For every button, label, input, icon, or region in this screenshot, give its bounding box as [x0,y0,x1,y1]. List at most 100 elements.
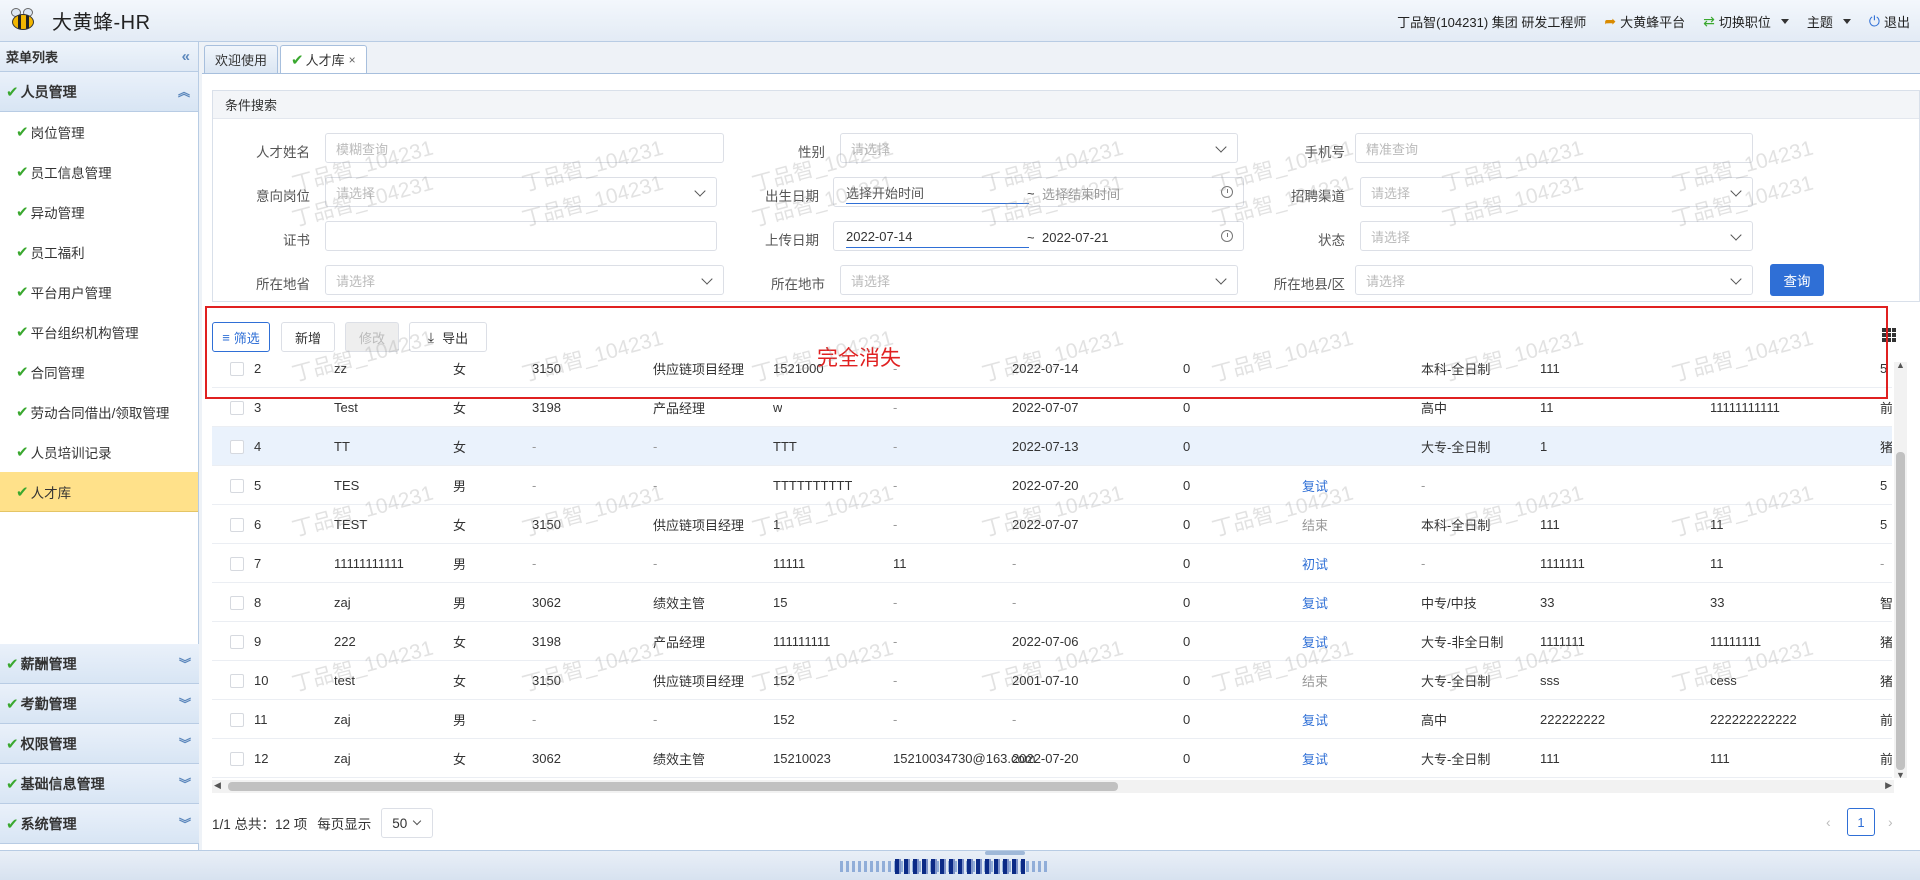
close-icon[interactable]: × [349,53,356,67]
menu-group-attendance[interactable]: ✔ 考勤管理 ︾ [0,684,199,724]
horizontal-scrollbar[interactable]: ◀ ▶ [212,780,1894,793]
logout-button[interactable]: ⏻ 退出 [1869,12,1910,31]
scroll-thumb[interactable] [228,782,1118,791]
email-cell: - [893,439,898,454]
sidebar-item-contract[interactable]: ✔ 合同管理 [0,352,198,392]
table-row[interactable]: 12 zaj 女 3062 绩效主管 15210023 15210034730@163.co… [212,739,1892,778]
phone-cell: 15210023 [773,751,831,766]
table-row[interactable]: 9 222 女 3198 产品经理 111111111 - 2022-07-06 0 复试 大专-非… [212,622,1892,661]
export-button[interactable]: ⤓ 导出 [409,322,487,352]
name-input[interactable]: 模糊查询 [325,133,724,163]
sidebar-item-welfare[interactable]: ✔ 员工福利 [0,232,198,272]
page-number-current[interactable]: 1 [1847,808,1875,836]
row-checkbox[interactable] [230,479,244,493]
status-cell[interactable]: 复试 [1302,700,1328,739]
table-row[interactable]: 10 test 女 3150 供应链项目经理 152 - 2001-07-10 0 结束 大专-全日… [212,661,1892,700]
tab-welcome[interactable]: 欢迎使用 [204,45,279,73]
row-checkbox[interactable] [230,596,244,610]
cert-input[interactable] [325,221,717,251]
filter-button[interactable]: ≡ 筛选 [212,322,270,352]
city-select[interactable]: 请选择 [840,265,1238,295]
chevron-down-icon [694,185,706,197]
scroll-left-icon[interactable]: ◀ [214,780,221,791]
name-cell: zaj [334,595,351,610]
collapse-sidebar-icon[interactable]: « [182,48,190,65]
phone-input[interactable]: 精准查询 [1355,133,1753,163]
scroll-thumb[interactable] [1896,452,1905,770]
row-checkbox[interactable] [230,518,244,532]
sidebar-item-training[interactable]: ✔ 人员培训记录 [0,432,198,472]
status-select[interactable]: 请选择 [1360,221,1753,251]
sidebar-item-platform-org[interactable]: ✔ 平台组织机构管理 [0,312,198,352]
edit-button[interactable]: 修改 [345,322,399,352]
status-cell[interactable]: 复试 [1302,739,1328,778]
clock-icon [1221,186,1233,198]
table-row[interactable]: 4 TT 女 - - TTT - 2022-07-13 0 大专-全日制 1 猪 [212,427,1892,466]
sidebar-item-position[interactable]: ✔ 岗位管理 [0,112,198,152]
table-row[interactable]: 5 TES 男 - - TTTTTTTTTT - 2022-07-20 0 复试 - 5 [212,466,1892,505]
row-index: 11 [254,712,268,727]
row-checkbox[interactable] [230,440,244,454]
city-placeholder: 请选择 [851,273,891,289]
resize-handle[interactable] [985,851,1025,855]
gender-select[interactable]: 请选择 [840,133,1238,163]
table-row[interactable]: 11 zaj 男 - -152- -0 复试 高中 222222222 222222222222 前 [212,700,1892,739]
prev-page-icon[interactable]: ‹ [1826,814,1831,830]
scroll-right-icon[interactable]: ▶ [1885,780,1892,791]
menu-group-basic-info[interactable]: ✔ 基础信息管理 ︾ [0,764,199,804]
upload-end[interactable]: 2022-07-21 [1042,226,1109,248]
birth-date-range[interactable]: 选择开始时间 ~ 选择结束时间 [833,177,1244,207]
position-select[interactable]: 请选择 [325,177,717,207]
row-checkbox[interactable] [230,557,244,571]
upload-start[interactable]: 2022-07-14 [846,226,1029,248]
add-button[interactable]: 新增 [281,322,335,352]
sidebar-item-transfer[interactable]: ✔ 异动管理 [0,192,198,232]
location-cell: 猪 [1880,674,1892,689]
table-row[interactable]: 2 zz 女 3150 供应链项目经理 1521000-2022-07-14 0 本科-全日制… [212,349,1892,388]
birth-end[interactable]: 选择结束时间 [1042,182,1120,204]
table-row[interactable]: 7 11111111111 男 - -11111 11-0 初试 -1111111 11- [212,544,1892,583]
scroll-up-icon[interactable]: ▲ [1896,360,1905,370]
scroll-down-icon[interactable]: ▼ [1896,770,1905,780]
status-cell[interactable]: 复试 [1302,466,1328,505]
table-row[interactable]: 3 Test 女 3198 产品经理 w -2022-07-07 0 高中 11 111111111… [212,388,1892,427]
query-button[interactable]: 查询 [1770,264,1824,296]
column-settings-icon[interactable] [1882,328,1896,342]
menu-group-salary[interactable]: ✔ 薪酬管理 ︾ [0,644,199,684]
status-cell[interactable]: 复试 [1302,583,1328,622]
province-select[interactable]: 请选择 [325,265,724,295]
channel-select[interactable]: 请选择 [1360,177,1753,207]
logout-icon: ⏻ [1868,12,1880,29]
row-checkbox[interactable] [230,674,244,688]
menu-group-permissions[interactable]: ✔ 权限管理 ︾ [0,724,199,764]
table-row[interactable]: 6 TEST 女 3150 供应链项目经理 1 - 2022-07-07 0 结束 本科-全日制 11… [212,505,1892,544]
row-checkbox[interactable] [230,752,244,766]
status-cell[interactable]: 复试 [1302,622,1328,661]
phone-cell: 15 [773,595,788,610]
table-row[interactable]: 8 zaj 男 3062 绩效主管 15 - - 0 复试 中专/中技 33 33 智 [212,583,1892,622]
switch-role-menu[interactable]: ⇄ 切换职位 [1703,12,1789,31]
menu-group-personnel[interactable]: ✔ 人员管理 ︽ [0,72,198,112]
row-checkbox[interactable] [230,401,244,415]
birth-start[interactable]: 选择开始时间 [846,182,1029,204]
vertical-scrollbar[interactable]: ▲ ▼ [1894,360,1907,780]
row-checkbox[interactable] [230,713,244,727]
chevron-up-icon: ︽ [177,85,190,99]
gender-cell: 男 [453,557,467,572]
tab-talent-pool[interactable]: ✔ 人才库 × [280,45,367,73]
sidebar-item-employee-info[interactable]: ✔ 员工信息管理 [0,152,198,192]
theme-menu[interactable]: 主题 [1807,12,1851,31]
chevron-down-icon [1730,185,1742,197]
platform-link[interactable]: ➦ 大黄蜂平台 [1604,12,1685,31]
page-size-select[interactable]: 50 [381,808,434,838]
upload-date-range[interactable]: 2022-07-14 ~ 2022-07-21 [833,221,1244,251]
sidebar-item-talent-pool[interactable]: ✔ 人才库 [0,472,198,512]
row-checkbox[interactable] [230,635,244,649]
row-checkbox[interactable] [230,362,244,376]
county-select[interactable]: 请选择 [1355,265,1753,295]
sidebar-item-platform-users[interactable]: ✔ 平台用户管理 [0,272,198,312]
next-page-icon[interactable]: › [1888,814,1893,830]
sidebar-item-contract-lending[interactable]: ✔ 劳动合同借出/领取管理 [0,392,198,432]
menu-group-system[interactable]: ✔ 系统管理 ︾ [0,804,199,844]
status-cell[interactable]: 初试 [1302,544,1328,583]
